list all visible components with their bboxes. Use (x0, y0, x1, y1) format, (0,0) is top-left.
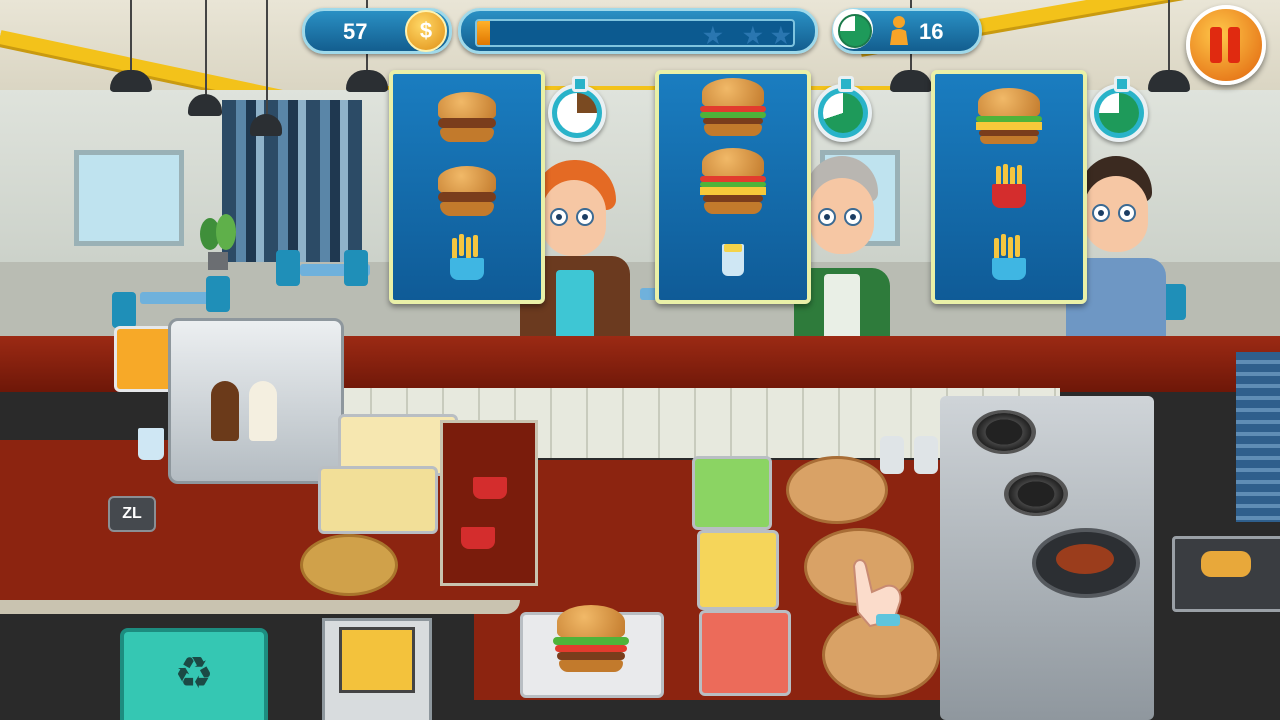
window (74, 150, 184, 246)
fries-station[interactable] (440, 420, 538, 586)
order-card-3 (931, 70, 1087, 304)
recycle-icon: ♻ (174, 649, 214, 698)
star-icon: ★ (771, 23, 791, 47)
order-item-burger (700, 148, 766, 214)
customer-counter: 16 (832, 8, 982, 54)
progress-bar: ★ ★ ★ (475, 19, 795, 47)
stopwatch-icon (557, 93, 597, 133)
order-card-2 (655, 70, 811, 304)
order-timer-2 (814, 76, 872, 142)
order-item-burger (700, 78, 766, 136)
patty-cooking (1056, 544, 1114, 574)
deep-fryer[interactable] (322, 618, 432, 720)
tomato-tray[interactable] (699, 610, 791, 696)
ice-cream-machine[interactable] (168, 318, 344, 484)
burner[interactable] (1004, 472, 1068, 516)
customers-remaining: 16 (919, 19, 944, 44)
pause-button[interactable] (1186, 5, 1266, 85)
cheese-bites-tray[interactable] (318, 466, 438, 534)
star-icon: ★ (703, 23, 723, 47)
order-item-fries (444, 234, 490, 284)
progress-fill (477, 21, 490, 45)
order-timer-3 (1090, 76, 1148, 142)
dollar-coin-icon: $ (405, 10, 447, 52)
order-item-burger (436, 166, 498, 218)
assembly-tray[interactable] (520, 605, 664, 698)
star-icon: ★ (743, 23, 763, 47)
order-item-drink (721, 236, 745, 280)
order-item-burger (976, 88, 1042, 144)
person-icon (890, 16, 908, 45)
dining-chair (276, 250, 300, 286)
coin-counter: 57 $ (302, 8, 452, 54)
plate-stack (1236, 352, 1280, 522)
order-item-fries-box (986, 164, 1032, 210)
order-card-1 (389, 70, 545, 304)
game-scene: 57 $ ★ ★ ★ 16 ZL ♻ (0, 0, 1280, 720)
potted-plant (200, 214, 236, 270)
clock-icon (833, 9, 873, 49)
trash-bin[interactable]: ♻ (120, 628, 268, 720)
level-progress: ★ ★ ★ (458, 8, 818, 54)
grill[interactable] (1172, 536, 1280, 612)
frying-pan[interactable] (1032, 528, 1140, 598)
coin-count: 57 (343, 19, 368, 44)
bacon-board[interactable] (786, 456, 888, 524)
lettuce-tray[interactable] (692, 456, 772, 530)
order-item-fries (986, 234, 1032, 284)
burner[interactable] (972, 410, 1036, 454)
salt-shaker[interactable] (880, 436, 904, 474)
burger-in-progress (553, 601, 629, 691)
dining-chair (344, 250, 368, 286)
fries-bowl[interactable] (300, 534, 398, 596)
stopwatch-icon (823, 93, 863, 133)
order-item-burger (436, 92, 498, 144)
cheese-tray[interactable] (697, 530, 779, 610)
decor-tile-wall (222, 100, 362, 270)
dining-chair (206, 276, 230, 312)
pepper-shaker[interactable] (914, 436, 938, 474)
order-timer-1 (548, 76, 606, 142)
stopwatch-icon (1099, 93, 1139, 133)
pointer-hand-icon (852, 559, 902, 628)
zl-button-hint[interactable]: ZL (108, 496, 156, 532)
